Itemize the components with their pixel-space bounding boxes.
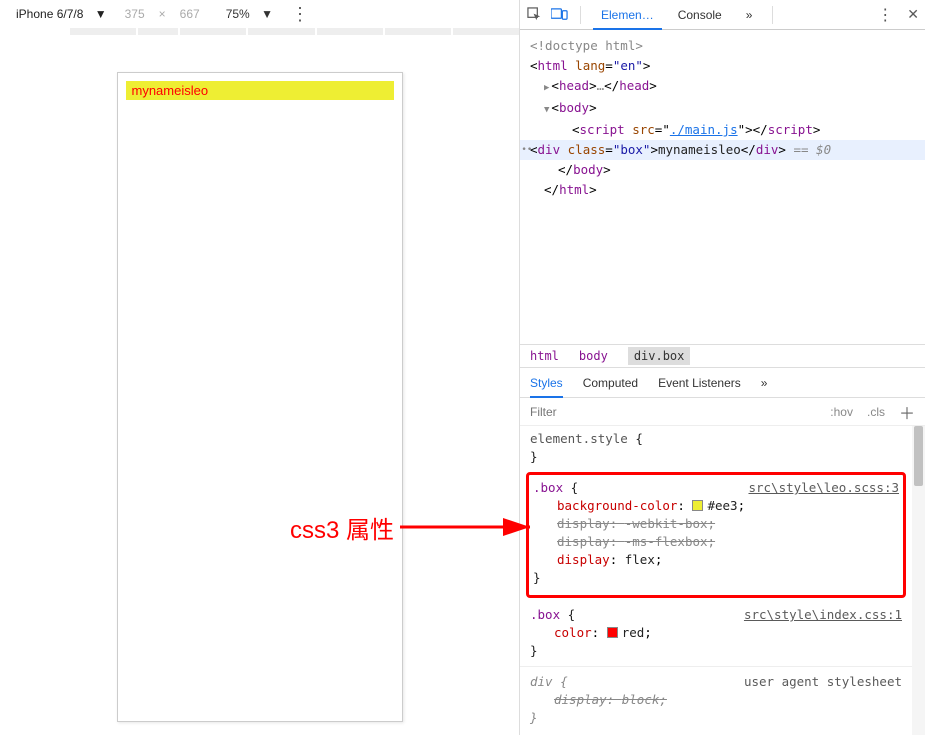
subtab-styles[interactable]: Styles xyxy=(530,368,563,398)
crumb-body[interactable]: body xyxy=(579,349,608,363)
cls-toggle[interactable]: .cls xyxy=(867,405,885,419)
viewport-width[interactable]: 375 xyxy=(125,7,145,21)
device-toolbar: iPhone 6/7/8 ▼ 375 × 667 75% ▼ ⋮ xyxy=(0,0,519,28)
kebab-menu-icon[interactable]: ⋮ xyxy=(291,4,309,25)
box-rule-scss[interactable]: src\style\leo.scss:3 .box { background-c… xyxy=(533,479,899,587)
inspect-icon[interactable] xyxy=(526,6,543,23)
ua-div-rule[interactable]: user agent stylesheet div { display: blo… xyxy=(530,673,902,727)
element-style-rule[interactable]: element.style { } xyxy=(530,430,902,466)
script-node[interactable]: <script src="./main.js"></script> xyxy=(530,120,915,140)
ruler xyxy=(0,28,519,42)
selected-div-node[interactable]: <div class="box">mynameisleo</div> == $0 xyxy=(520,140,925,160)
subtab-more[interactable]: » xyxy=(761,368,768,398)
crumb-divbox[interactable]: div.box xyxy=(628,347,691,365)
crumb-html[interactable]: html xyxy=(530,349,559,363)
body-close[interactable]: </body> xyxy=(530,160,915,180)
html-close[interactable]: </html> xyxy=(530,180,915,200)
source-link[interactable]: src\style\leo.scss:3 xyxy=(748,479,899,497)
body-node[interactable]: ▼<body> xyxy=(530,98,915,120)
tab-more[interactable]: » xyxy=(738,0,761,30)
device-selector[interactable]: iPhone 6/7/8 ▼ xyxy=(12,7,111,21)
devtools-menu-icon[interactable]: ⋮ xyxy=(877,5,893,25)
doctype-node[interactable]: <!doctype html> xyxy=(530,36,915,56)
box-rule-css[interactable]: src\style\index.css:1 .box { color: red;… xyxy=(530,606,902,660)
subtab-computed[interactable]: Computed xyxy=(583,368,638,398)
styles-filter-row: :hov .cls ＋ xyxy=(520,398,925,426)
tab-elements[interactable]: Elemen… xyxy=(593,0,662,30)
styles-panel[interactable]: element.style { } src\style\leo.scss:3 .… xyxy=(520,426,912,735)
head-node[interactable]: ▶<head>…</head> xyxy=(530,76,915,98)
close-icon[interactable]: ✕ xyxy=(907,6,919,23)
source-link[interactable]: src\style\index.css:1 xyxy=(744,606,902,624)
dom-tree[interactable]: <!doctype html> <html lang="en"> ▶<head>… xyxy=(520,30,925,344)
styles-filter-input[interactable] xyxy=(530,405,816,419)
scrollbar[interactable] xyxy=(912,426,925,735)
html-node[interactable]: <html lang="en"> xyxy=(530,56,915,76)
subtab-events[interactable]: Event Listeners xyxy=(658,368,741,398)
breadcrumb: html body div.box xyxy=(520,344,925,368)
box-element[interactable]: mynameisleo xyxy=(126,81,394,100)
hov-toggle[interactable]: :hov xyxy=(830,405,853,419)
zoom-selector[interactable]: 75% ▼ xyxy=(222,7,277,21)
times-label: × xyxy=(159,7,166,21)
styles-tabs: Styles Computed Event Listeners » xyxy=(520,368,925,398)
source-label: user agent stylesheet xyxy=(744,673,902,691)
device-toggle-icon[interactable] xyxy=(551,6,568,23)
tab-console[interactable]: Console xyxy=(670,0,730,30)
new-style-rule-icon[interactable]: ＋ xyxy=(899,400,915,424)
viewport-height[interactable]: 667 xyxy=(180,7,200,21)
devtools-tabbar: Elemen… Console » ⋮ ✕ xyxy=(520,0,925,30)
device-viewport[interactable]: mynameisleo xyxy=(117,72,403,722)
